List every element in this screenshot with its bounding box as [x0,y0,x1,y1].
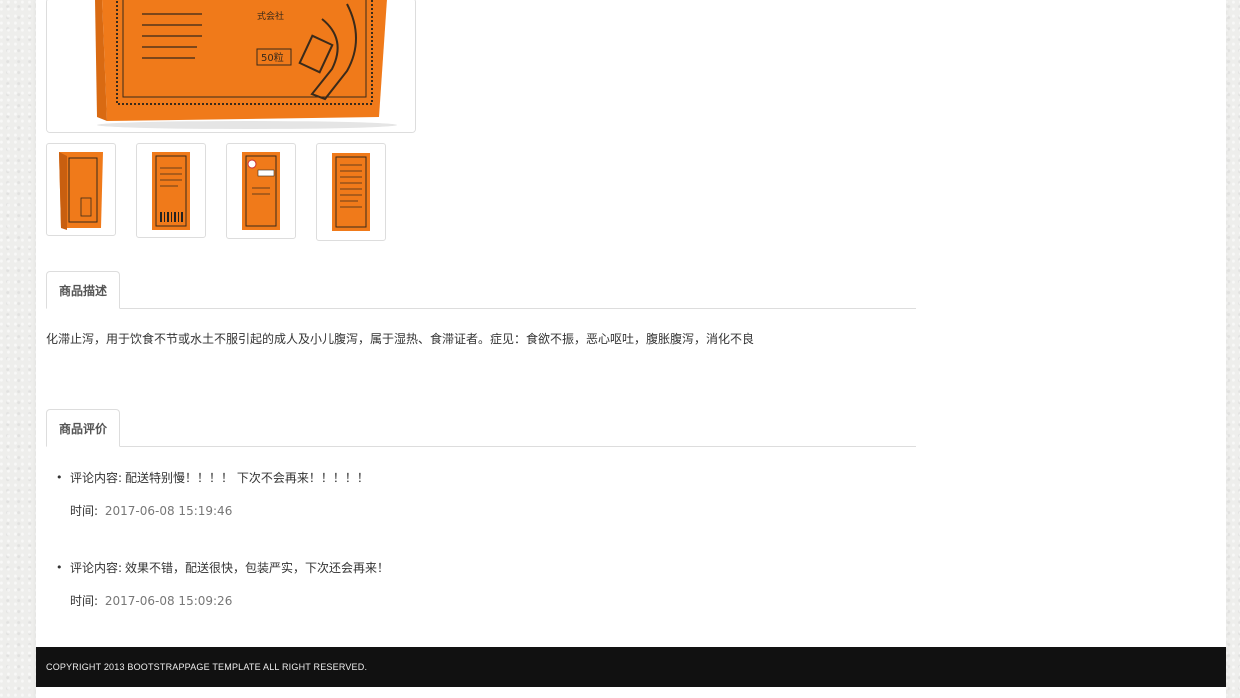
review-item: • 评论内容: 配送特别慢！！！！ 下次不会再来！！！！！ 时间: 2017-0… [56,469,369,519]
review-time-row: 时间: 2017-06-08 15:19:46 [70,502,369,519]
footer-copyright: COPYRIGHT 2013 BOOTSTRAPPAGE TEMPLATE AL… [46,662,368,672]
review-time-label: 时间: [70,594,99,608]
product-main-image[interactable]: 式会社 50粒 [46,0,416,133]
review-content-row: • 评论内容: 效果不错，配送很快，包装严实，下次还会再来！ [56,559,389,576]
review-content-row: • 评论内容: 配送特别慢！！！！ 下次不会再来！！！！！ [56,469,369,486]
tab-reviews[interactable]: 商品评价 [46,409,120,447]
thumbnail-box-image [332,153,370,231]
bullet-icon: • [56,471,63,484]
review-content-label: 评论内容: [70,561,123,575]
thumbnail-4[interactable] [316,143,386,241]
site-footer: COPYRIGHT 2013 BOOTSTRAPPAGE TEMPLATE AL… [36,647,1226,687]
thumbnail-box-image [152,151,190,230]
thumbnail-2[interactable] [136,143,206,238]
product-description: 化滞止泻，用于饮食不节或水土不服引起的成人及小儿腹泻，属于湿热、食滞证者。症见：… [46,332,755,346]
review-time-value: 2017-06-08 15:09:26 [104,594,233,608]
review-content-text: 效果不错，配送很快，包装严实，下次还会再来！ [125,561,390,575]
box-label-text: 50粒 [261,51,284,64]
page-container: 式会社 50粒 商品描述 化滞止泻，用于饮食不节或水土不服引起的成人及小儿腹泻，… [36,0,1226,698]
product-box-illustration: 式会社 50粒 [47,0,415,132]
review-content-label: 评论内容: [70,471,123,485]
thumbnail-box-image [242,152,280,230]
reviews-tabbar: 商品评价 [46,409,916,447]
bullet-icon: • [56,561,63,574]
review-time-label: 时间: [70,504,99,518]
review-time-value: 2017-06-08 15:19:46 [104,504,233,518]
tab-description[interactable]: 商品描述 [46,271,120,309]
thumbnail-1[interactable] [46,143,116,236]
thumbnail-3[interactable] [226,143,296,239]
review-item: • 评论内容: 效果不错，配送很快，包装严实，下次还会再来！ 时间: 2017-… [56,559,389,609]
description-tabbar: 商品描述 [46,271,916,309]
thumbnail-box-image [59,151,103,230]
review-time-row: 时间: 2017-06-08 15:09:26 [70,592,389,609]
review-content-text: 配送特别慢！！！！ 下次不会再来！！！！！ [125,471,369,485]
box-side-text: 式会社 [257,10,284,22]
